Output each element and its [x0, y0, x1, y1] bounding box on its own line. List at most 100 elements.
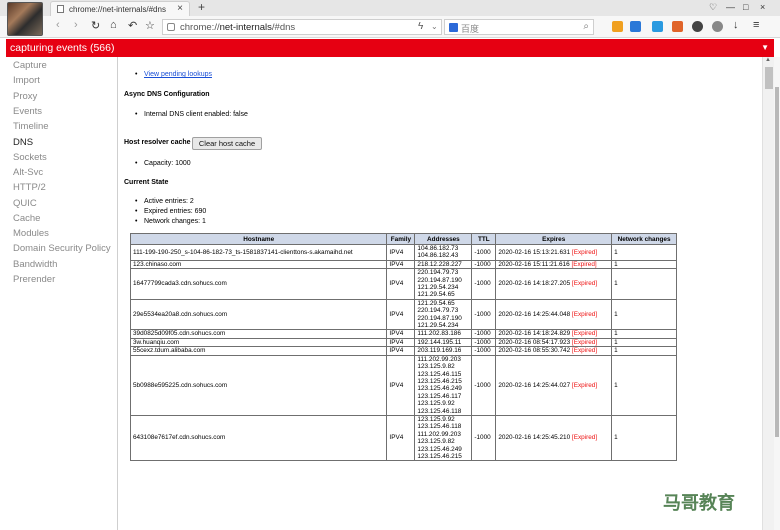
- addresses-cell: 218.12.228.227: [414, 259, 473, 270]
- home-icon[interactable]: ⌂: [110, 19, 117, 31]
- address-item: 123.125.46.249: [417, 385, 462, 393]
- expires-cell: 2020-02-16 14:18:24.829 [Expired]: [495, 329, 613, 339]
- cloud-icon[interactable]: [712, 21, 723, 32]
- addresses-cell: 192.144.195.11: [414, 337, 473, 348]
- active-entries-text: Active entries: 2: [135, 198, 194, 205]
- translate-icon[interactable]: [630, 21, 641, 32]
- tab-close-icon[interactable]: ×: [177, 3, 183, 14]
- expires-cell: 2020-02-16 15:13:21.631 [Expired]: [495, 244, 613, 261]
- capture-status-bar[interactable]: capturing events (566) ▼: [6, 39, 774, 57]
- hostname-cell: 16477799cada3.cdn.sohucs.com: [129, 268, 388, 300]
- view-pending-lookups-link[interactable]: View pending lookups: [144, 71, 212, 78]
- network-changes-cell: 1: [611, 329, 677, 339]
- browser-toolbar: ‹ › ↻ ⌂ ↶ ☆ chrome://net-internals/#dns …: [0, 16, 780, 38]
- content-scrollbar[interactable]: ▲: [762, 57, 774, 530]
- search-box[interactable]: 百度 ⌕: [444, 19, 594, 35]
- sidebar-item-modules[interactable]: Modules: [13, 228, 49, 239]
- close-window-button[interactable]: ×: [760, 2, 765, 12]
- address-item: 123.125.46.215: [417, 452, 462, 460]
- sidebar-item-alt-svc[interactable]: Alt-Svc: [13, 167, 43, 178]
- chevron-down-icon[interactable]: ⌄: [431, 22, 438, 31]
- expired-entries-text: Expired entries: 690: [135, 208, 206, 215]
- sidebar-item-quic[interactable]: QUIC: [13, 198, 37, 209]
- sidebar-item-capture[interactable]: Capture: [13, 60, 47, 71]
- page-scrollbar[interactable]: [774, 57, 780, 530]
- network-changes-cell: 1: [611, 346, 677, 356]
- sidebar-item-prerender[interactable]: Prerender: [13, 274, 55, 285]
- undo-icon[interactable]: ↶: [128, 19, 137, 32]
- browser-tab[interactable]: chrome://net-internals/#dns ×: [50, 1, 190, 16]
- dns-table-body: 111-199-190-250_s-104-86-182-73_ts-15818…: [129, 244, 677, 462]
- dropdown-arrow-icon[interactable]: ▼: [761, 43, 769, 52]
- address-item: 123.125.46.215: [417, 377, 462, 385]
- download-icon[interactable]: ↓: [733, 19, 739, 31]
- bookmark-star-icon[interactable]: ☆: [145, 19, 155, 32]
- clear-host-cache-button[interactable]: Clear host cache: [192, 137, 262, 150]
- favorite-icon[interactable]: ♡: [709, 2, 717, 13]
- network-changes-cell: 1: [611, 259, 677, 270]
- new-tab-button[interactable]: +: [198, 0, 205, 14]
- family-cell: IPV4: [386, 346, 416, 356]
- search-icon[interactable]: ⌕: [583, 21, 589, 32]
- ttl-cell: -1000: [471, 298, 497, 331]
- scrollbar-thumb[interactable]: [765, 67, 773, 89]
- screenshot-icon[interactable]: [672, 21, 683, 32]
- address-item: 123.125.46.118: [417, 423, 462, 431]
- expired-badge: [Expired]: [571, 310, 598, 318]
- expires-cell: 2020-02-16 15:11:21.616 [Expired]: [495, 259, 613, 270]
- address-item: 123.125.46.118: [417, 407, 462, 415]
- table-row: 111-199-190-250_s-104-86-182-73_ts-15818…: [129, 244, 677, 261]
- header-hostname: Hostname: [129, 233, 388, 245]
- scroll-up-icon[interactable]: ▲: [765, 57, 771, 63]
- sidebar-item-cache[interactable]: Cache: [13, 213, 40, 224]
- extension-grid-icon[interactable]: [612, 21, 623, 32]
- expires-time: 2020-02-16 08:55:30.742: [498, 347, 571, 355]
- forward-icon[interactable]: ›: [74, 19, 78, 31]
- expired-badge: [Expired]: [571, 347, 598, 355]
- expired-badge: [Expired]: [571, 248, 598, 256]
- ttl-cell: -1000: [471, 337, 497, 348]
- sidebar-item-proxy[interactable]: Proxy: [13, 91, 37, 102]
- sidebar-item-dns[interactable]: DNS: [13, 137, 33, 148]
- sidebar-item-bandwidth[interactable]: Bandwidth: [13, 259, 57, 270]
- hostname-cell: 55cexz.tdum.alibaba.com: [129, 346, 388, 356]
- table-row: 3w.huanqiu.com IPV4 192.144.195.11 -1000 202…: [129, 337, 677, 348]
- sidebar-item-http2[interactable]: HTTP/2: [13, 182, 46, 193]
- minimize-button[interactable]: —: [726, 2, 735, 12]
- family-cell: IPV4: [386, 354, 416, 416]
- hostname-cell: 111-199-190-250_s-104-86-182-73_ts-15818…: [129, 244, 388, 261]
- host-resolver-cache-heading: Host resolver cache: [124, 139, 191, 146]
- address-bar[interactable]: chrome://net-internals/#dns ϟ ⌄: [162, 19, 442, 35]
- sidebar-item-events[interactable]: Events: [13, 106, 42, 117]
- address-item: 123.125.46.117: [417, 392, 462, 400]
- menu-icon[interactable]: ≡: [753, 19, 759, 31]
- back-icon[interactable]: ‹: [56, 19, 60, 31]
- user-avatar[interactable]: [7, 2, 43, 36]
- url-text[interactable]: chrome://net-internals/#dns: [180, 22, 295, 33]
- lightning-icon[interactable]: ϟ: [418, 21, 423, 32]
- expires-time: 2020-02-16 15:11:21.616: [498, 260, 570, 268]
- baidu-icon[interactable]: [449, 23, 458, 32]
- page-info-icon[interactable]: [167, 23, 175, 31]
- expires-cell: 2020-02-16 14:18:27.205 [Expired]: [495, 268, 613, 300]
- page-scrollbar-thumb[interactable]: [775, 87, 779, 437]
- address-item: 123.125.9.82: [417, 363, 455, 371]
- watermark-logo: 马哥教育: [663, 493, 735, 513]
- sidebar-item-sockets[interactable]: Sockets: [13, 152, 47, 163]
- address-item: 121.29.54.65: [417, 299, 455, 307]
- extension-icon[interactable]: [652, 21, 663, 32]
- sidebar-item-import[interactable]: Import: [13, 75, 40, 86]
- expired-badge: [Expired]: [571, 381, 598, 389]
- search-input[interactable]: 百度: [461, 22, 479, 35]
- address-item: 121.29.54.234: [417, 284, 459, 292]
- family-cell: IPV4: [386, 268, 416, 300]
- sidebar-item-timeline[interactable]: Timeline: [13, 121, 49, 132]
- ttl-cell: -1000: [471, 268, 497, 300]
- expired-badge: [Expired]: [571, 280, 598, 288]
- settings-icon[interactable]: [692, 21, 703, 32]
- maximize-button[interactable]: □: [743, 2, 748, 12]
- sidebar-item-domain-security-policy[interactable]: Domain Security Policy: [13, 243, 111, 254]
- expires-time: 2020-02-16 14:25:44.027: [498, 381, 571, 389]
- reload-icon[interactable]: ↻: [91, 19, 100, 32]
- table-row: 5b0988e595225.cdn.sohucs.com IPV4 111.202.…: [129, 354, 677, 416]
